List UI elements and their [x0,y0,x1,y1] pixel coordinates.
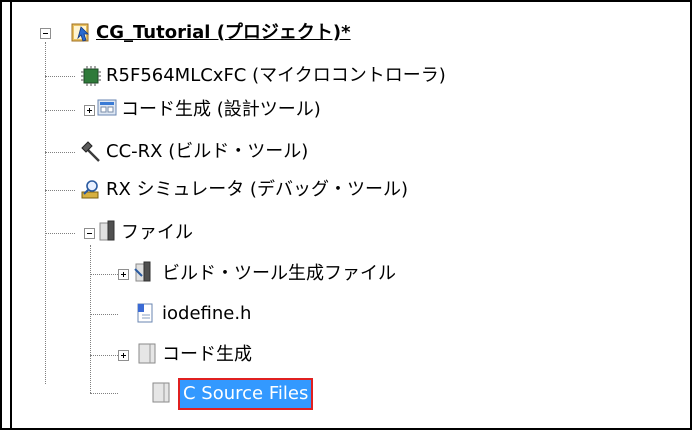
tree-item-label[interactable]: ファイル [121,216,193,250]
tree-item-label-selected[interactable]: C Source Files [178,378,314,410]
hammer-icon [81,141,100,162]
project-root-label[interactable]: CG_Tutorial (プロジェクト)* [96,16,351,50]
tree-row-build-generated-files[interactable]: ビルド・ツール生成ファイル [0,257,692,291]
tree-row-microcontroller[interactable]: R5F564MLCxFC (マイクロコントローラ) [0,59,692,93]
tree-item-label[interactable]: CC-RX (ビルド・ツール) [106,135,308,169]
expand-toggle[interactable] [84,105,95,116]
debugger-icon [81,180,99,199]
folder-icon [134,261,151,282]
header-file-icon [137,303,153,323]
folder-icon [138,343,156,364]
tree-item-label[interactable]: コード生成 [162,338,252,372]
tree-row-files[interactable]: ファイル [0,216,692,250]
tree-item-label[interactable]: R5F564MLCxFC (マイクロコントローラ) [106,59,446,93]
code-generator-icon [97,99,117,116]
tree-row-build-tool[interactable]: CC-RX (ビルド・ツール) [0,135,692,169]
folder-icon [152,382,170,403]
project-icon [71,23,89,42]
tree-row-root[interactable]: CG_Tutorial (プロジェクト)* [0,16,692,50]
collapse-toggle[interactable] [40,28,51,39]
tree-row-code-generator[interactable]: コード生成 (設計ツール) [0,93,692,127]
tree-item-label[interactable]: ビルド・ツール生成ファイル [162,257,396,291]
collapse-toggle[interactable] [84,228,95,239]
tree-row-code-gen-folder[interactable]: コード生成 [0,338,692,372]
tree-row-c-source-files[interactable]: C Source Files [0,376,692,410]
tree-item-label[interactable]: iodefine.h [162,297,251,331]
expand-toggle[interactable] [118,350,129,361]
folder-icon [99,220,115,241]
tree-row-iodefine[interactable]: iodefine.h [0,297,692,331]
tree-item-label[interactable]: コード生成 (設計ツール) [121,93,321,127]
microcontroller-chip-icon [81,66,101,86]
project-tree: CG_Tutorial (プロジェクト)* R5F564MLCxFC (マイクロ… [0,0,692,430]
expand-toggle[interactable] [118,269,129,280]
tree-row-debug-tool[interactable]: RX シミュレータ (デバッグ・ツール) [0,173,692,207]
tree-item-label[interactable]: RX シミュレータ (デバッグ・ツール) [106,173,408,207]
